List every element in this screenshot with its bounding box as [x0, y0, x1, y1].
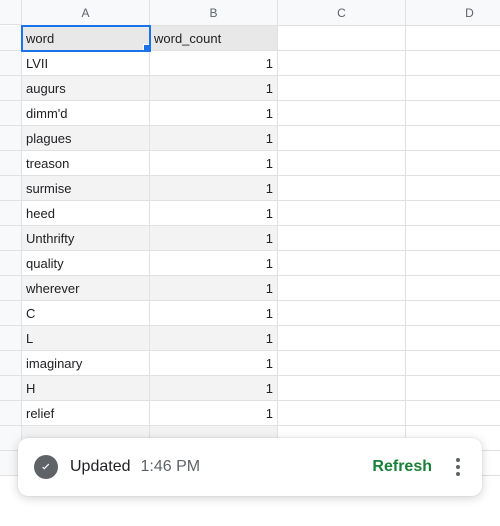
cell-C15[interactable] — [278, 376, 406, 401]
cell-C1[interactable] — [278, 26, 406, 51]
cell-D6[interactable] — [406, 151, 500, 176]
cell-C8[interactable] — [278, 201, 406, 226]
column-header-D[interactable]: D — [406, 0, 500, 26]
cell-C5[interactable] — [278, 126, 406, 151]
cell-B13[interactable]: 1 — [150, 326, 278, 351]
cell-B9[interactable]: 1 — [150, 226, 278, 251]
cell-D2[interactable] — [406, 51, 500, 76]
row-header-2[interactable] — [0, 51, 22, 76]
row-header-6[interactable] — [0, 151, 22, 176]
cell-D3[interactable] — [406, 76, 500, 101]
cell-D7[interactable] — [406, 176, 500, 201]
row-header-8[interactable] — [0, 201, 22, 226]
cell-D10[interactable] — [406, 251, 500, 276]
row-header-9[interactable] — [0, 226, 22, 251]
toast-timestamp: 1:46 PM — [141, 458, 373, 476]
cell-B7[interactable]: 1 — [150, 176, 278, 201]
cell-A13[interactable]: L — [22, 326, 150, 351]
row-header-3[interactable] — [0, 76, 22, 101]
cell-B8[interactable]: 1 — [150, 201, 278, 226]
toast-status-label: Updated — [70, 458, 131, 476]
column-header-A[interactable]: A — [22, 0, 150, 26]
cell-C4[interactable] — [278, 101, 406, 126]
cell-C6[interactable] — [278, 151, 406, 176]
cell-D1[interactable] — [406, 26, 500, 51]
cell-A6[interactable]: treason — [22, 151, 150, 176]
row-header-13[interactable] — [0, 326, 22, 351]
cell-A3[interactable]: augurs — [22, 76, 150, 101]
cell-C10[interactable] — [278, 251, 406, 276]
cell-B12[interactable]: 1 — [150, 301, 278, 326]
row-header-11[interactable] — [0, 276, 22, 301]
check-circle-icon — [34, 455, 58, 479]
cell-B10[interactable]: 1 — [150, 251, 278, 276]
column-header-B[interactable]: B — [150, 0, 278, 26]
cell-D4[interactable] — [406, 101, 500, 126]
refresh-button[interactable]: Refresh — [372, 458, 432, 476]
cell-A10[interactable]: quality — [22, 251, 150, 276]
cell-B1[interactable]: word_count — [150, 26, 278, 51]
cell-D5[interactable] — [406, 126, 500, 151]
cell-B15[interactable]: 1 — [150, 376, 278, 401]
column-header-C[interactable]: C — [278, 0, 406, 26]
select-all-corner[interactable] — [0, 0, 22, 25]
cell-A9[interactable]: Unthrifty — [22, 226, 150, 251]
spreadsheet-grid[interactable]: ABCDwordword_countLVII1augurs1dimm'd1pla… — [0, 0, 500, 476]
cell-A5[interactable]: plagues — [22, 126, 150, 151]
row-header-15[interactable] — [0, 376, 22, 401]
cell-B2[interactable]: 1 — [150, 51, 278, 76]
row-header-5[interactable] — [0, 126, 22, 151]
row-header-7[interactable] — [0, 176, 22, 201]
cell-B6[interactable]: 1 — [150, 151, 278, 176]
cell-C14[interactable] — [278, 351, 406, 376]
row-header-14[interactable] — [0, 351, 22, 376]
cell-A12[interactable]: C — [22, 301, 150, 326]
cell-C12[interactable] — [278, 301, 406, 326]
cell-B5[interactable]: 1 — [150, 126, 278, 151]
cell-A14[interactable]: imaginary — [22, 351, 150, 376]
row-header-16[interactable] — [0, 401, 22, 426]
cell-A8[interactable]: heed — [22, 201, 150, 226]
cell-B16[interactable]: 1 — [150, 401, 278, 426]
cell-A1[interactable]: word — [22, 26, 150, 51]
cell-D16[interactable] — [406, 401, 500, 426]
row-header-4[interactable] — [0, 101, 22, 126]
cell-C7[interactable] — [278, 176, 406, 201]
cell-A16[interactable]: relief — [22, 401, 150, 426]
cell-D13[interactable] — [406, 326, 500, 351]
cell-C11[interactable] — [278, 276, 406, 301]
cell-D11[interactable] — [406, 276, 500, 301]
more-vert-icon[interactable] — [450, 452, 466, 482]
cell-B4[interactable]: 1 — [150, 101, 278, 126]
cell-A15[interactable]: H — [22, 376, 150, 401]
cell-C3[interactable] — [278, 76, 406, 101]
cell-A4[interactable]: dimm'd — [22, 101, 150, 126]
row-header-10[interactable] — [0, 251, 22, 276]
cell-B11[interactable]: 1 — [150, 276, 278, 301]
cell-A11[interactable]: wherever — [22, 276, 150, 301]
cell-A2[interactable]: LVII — [22, 51, 150, 76]
cell-B3[interactable]: 1 — [150, 76, 278, 101]
cell-D9[interactable] — [406, 226, 500, 251]
cell-C9[interactable] — [278, 226, 406, 251]
cell-A7[interactable]: surmise — [22, 176, 150, 201]
row-header-1[interactable] — [0, 26, 22, 51]
status-toast: Updated 1:46 PM Refresh — [18, 438, 482, 496]
cell-D14[interactable] — [406, 351, 500, 376]
cell-D8[interactable] — [406, 201, 500, 226]
cell-C16[interactable] — [278, 401, 406, 426]
cell-B14[interactable]: 1 — [150, 351, 278, 376]
cell-C2[interactable] — [278, 51, 406, 76]
cell-D12[interactable] — [406, 301, 500, 326]
cell-C13[interactable] — [278, 326, 406, 351]
cell-D15[interactable] — [406, 376, 500, 401]
row-header-12[interactable] — [0, 301, 22, 326]
